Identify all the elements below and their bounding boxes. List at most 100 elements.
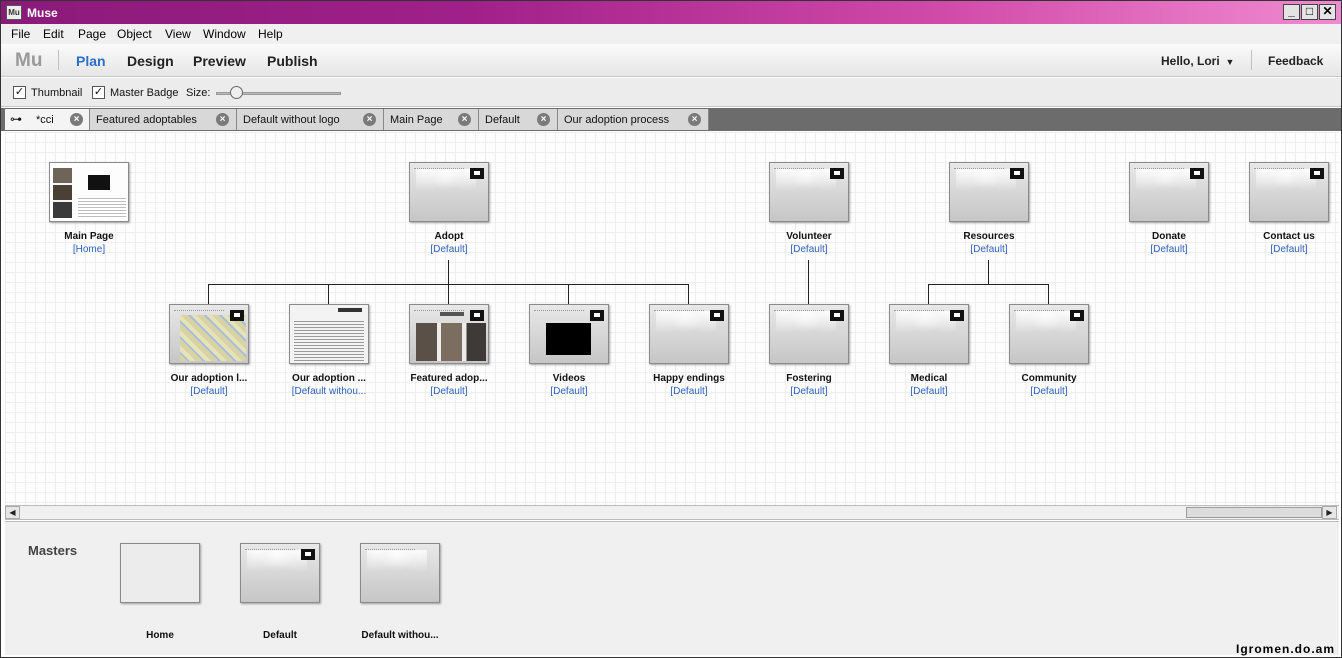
arrow-left-icon: ◀ — [9, 508, 16, 517]
maximize-button[interactable]: □ — [1301, 4, 1318, 20]
checkmark-icon: ✓ — [14, 86, 25, 98]
page-name[interactable]: Videos — [509, 373, 629, 384]
thumbnail-checkbox[interactable]: ✓ — [13, 86, 26, 99]
page-name[interactable]: Resources — [929, 231, 1049, 242]
page-thumbnail[interactable] — [1249, 162, 1329, 222]
horizontal-scrollbar[interactable]: ◀ ▶ — [5, 505, 1339, 520]
user-menu[interactable]: Hello, Lori ▼ — [1161, 54, 1234, 68]
page-master[interactable]: [Default] — [749, 244, 869, 255]
page-thumbnail[interactable] — [949, 162, 1029, 222]
page-thumbnail[interactable] — [889, 304, 969, 364]
page-master[interactable]: [Default] — [1229, 244, 1339, 255]
tab-default[interactable]: Default × — [479, 109, 558, 130]
page-name[interactable]: Main Page — [29, 231, 149, 242]
close-tab-icon[interactable]: × — [70, 113, 83, 126]
close-tab-icon[interactable]: × — [216, 113, 229, 126]
sitemap-canvas[interactable]: Main Page [Home] Adopt [Default] Volunte… — [5, 132, 1339, 505]
page-name[interactable]: Community — [989, 373, 1109, 384]
page-thumbnail[interactable] — [409, 304, 489, 364]
mode-publish[interactable]: Publish — [267, 53, 318, 69]
page-name[interactable]: Our adoption l... — [149, 373, 269, 384]
page-thumbnail[interactable] — [649, 304, 729, 364]
page-name[interactable]: Fostering — [749, 373, 869, 384]
menu-edit[interactable]: Edit — [43, 27, 64, 41]
page-thumbnail[interactable] — [409, 162, 489, 222]
page-name[interactable]: Happy endings — [629, 373, 749, 384]
feedback-link[interactable]: Feedback — [1268, 54, 1323, 68]
maximize-icon: □ — [1305, 4, 1314, 18]
mode-plan[interactable]: Plan — [76, 53, 106, 69]
tab-our-adoption-process[interactable]: Our adoption process × — [558, 109, 709, 130]
mode-design[interactable]: Design — [127, 53, 174, 69]
menu-page[interactable]: Page — [78, 27, 106, 41]
page-master[interactable]: [Default] — [509, 386, 629, 397]
page-name[interactable]: Contact us — [1229, 231, 1339, 242]
close-tab-icon[interactable]: × — [537, 113, 550, 126]
page-thumbnail[interactable] — [769, 162, 849, 222]
master-badge-checkbox[interactable]: ✓ — [92, 86, 105, 99]
thumbnail-photos — [416, 323, 486, 361]
menu-view[interactable]: View — [165, 27, 191, 41]
page-master[interactable]: [Default] — [1109, 244, 1229, 255]
page-master[interactable]: [Default] — [629, 386, 749, 397]
menu-help[interactable]: Help — [258, 27, 283, 41]
page-master[interactable]: [Home] — [29, 244, 149, 255]
page-master[interactable]: [Default] — [869, 386, 989, 397]
page-master[interactable]: [Default withou... — [269, 386, 389, 397]
menu-window[interactable]: Window — [203, 27, 246, 41]
master-thumbnail[interactable] — [120, 543, 200, 603]
close-tab-icon[interactable]: × — [688, 113, 701, 126]
master-name[interactable]: Default — [220, 630, 340, 641]
logo-badge — [1190, 168, 1204, 179]
page-name[interactable]: Medical — [869, 373, 989, 384]
close-tab-icon[interactable]: × — [458, 113, 471, 126]
menu-file[interactable]: File — [11, 27, 30, 41]
page-thumbnail[interactable] — [529, 304, 609, 364]
spotlights — [896, 311, 956, 345]
sitemap-icon: ⊶ — [10, 112, 22, 126]
menu-object[interactable]: Object — [117, 27, 152, 41]
page-thumbnail[interactable] — [769, 304, 849, 364]
minimize-icon: _ — [1288, 4, 1295, 18]
page-master[interactable]: [Default] — [929, 244, 1049, 255]
page-master[interactable]: [Default] — [749, 386, 869, 397]
spotlights — [1016, 311, 1076, 345]
tab-label: *cci — [36, 114, 54, 126]
spotlights — [776, 169, 836, 203]
watermark-text: Igromen.do.am — [1235, 642, 1335, 656]
master-name[interactable]: Home — [100, 630, 220, 641]
page-name[interactable]: Featured adop... — [389, 373, 509, 384]
tab-default-without-logo[interactable]: Default without logo × — [237, 109, 384, 130]
master-name[interactable]: Default withou... — [340, 630, 460, 641]
thumbnail-heading — [338, 308, 362, 312]
scroll-right-button[interactable]: ▶ — [1322, 506, 1337, 519]
page-name[interactable]: Donate — [1109, 231, 1229, 242]
page-thumbnail[interactable] — [49, 162, 129, 222]
page-thumbnail[interactable] — [289, 304, 369, 364]
page-master[interactable]: [Default] — [149, 386, 269, 397]
page-thumbnail[interactable] — [1129, 162, 1209, 222]
close-button[interactable]: ✕ — [1319, 4, 1336, 20]
tab-featured-adoptables[interactable]: Featured adoptables × — [90, 109, 237, 130]
mode-preview[interactable]: Preview — [193, 53, 246, 69]
tab-main-page[interactable]: Main Page × — [384, 109, 479, 130]
scrollbar-thumb[interactable] — [1186, 507, 1322, 518]
page-thumbnail[interactable] — [169, 304, 249, 364]
scroll-left-button[interactable]: ◀ — [5, 506, 20, 519]
logo-badge — [710, 310, 724, 321]
master-thumbnail[interactable] — [360, 543, 440, 603]
page-name[interactable]: Volunteer — [749, 231, 869, 242]
master-thumbnail[interactable] — [240, 543, 320, 603]
page-master[interactable]: [Default] — [389, 386, 509, 397]
spotlights — [367, 550, 427, 584]
tab-cci[interactable]: ⊶ *cci × — [5, 109, 90, 130]
page-name[interactable]: Our adoption ... — [269, 373, 389, 384]
page-thumbnail[interactable] — [1009, 304, 1089, 364]
page-master[interactable]: [Default] — [389, 244, 509, 255]
page-name[interactable]: Adopt — [389, 231, 509, 242]
page-master[interactable]: [Default] — [989, 386, 1109, 397]
minimize-button[interactable]: _ — [1283, 4, 1300, 20]
options-bar: ✓ Thumbnail ✓ Master Badge Size: — [1, 78, 1341, 107]
close-tab-icon[interactable]: × — [363, 113, 376, 126]
size-slider-handle[interactable] — [230, 86, 243, 99]
